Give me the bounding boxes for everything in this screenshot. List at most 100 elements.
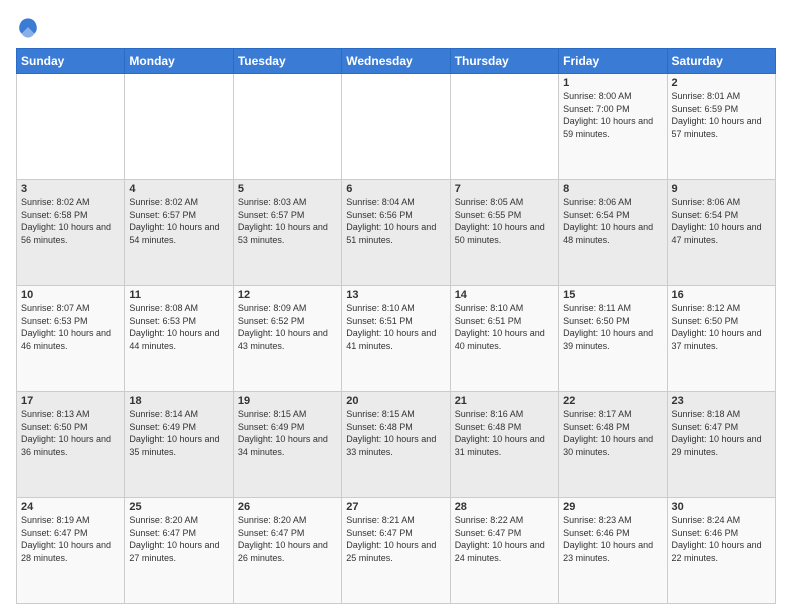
calendar-cell: 14Sunrise: 8:10 AM Sunset: 6:51 PM Dayli… <box>450 286 558 392</box>
calendar-cell: 10Sunrise: 8:07 AM Sunset: 6:53 PM Dayli… <box>17 286 125 392</box>
day-number: 7 <box>455 183 554 195</box>
day-info: Sunrise: 8:09 AM Sunset: 6:52 PM Dayligh… <box>238 302 337 352</box>
day-info: Sunrise: 8:15 AM Sunset: 6:48 PM Dayligh… <box>346 408 445 458</box>
calendar-cell: 26Sunrise: 8:20 AM Sunset: 6:47 PM Dayli… <box>233 498 341 604</box>
weekday-header-thursday: Thursday <box>450 49 558 74</box>
day-number: 18 <box>129 395 228 407</box>
day-info: Sunrise: 8:05 AM Sunset: 6:55 PM Dayligh… <box>455 196 554 246</box>
calendar-row-2: 10Sunrise: 8:07 AM Sunset: 6:53 PM Dayli… <box>17 286 776 392</box>
day-info: Sunrise: 8:21 AM Sunset: 6:47 PM Dayligh… <box>346 514 445 564</box>
calendar-cell: 23Sunrise: 8:18 AM Sunset: 6:47 PM Dayli… <box>667 392 775 498</box>
day-number: 29 <box>563 501 662 513</box>
calendar-row-4: 24Sunrise: 8:19 AM Sunset: 6:47 PM Dayli… <box>17 498 776 604</box>
day-info: Sunrise: 8:06 AM Sunset: 6:54 PM Dayligh… <box>672 196 771 246</box>
day-number: 11 <box>129 289 228 301</box>
day-number: 25 <box>129 501 228 513</box>
day-number: 21 <box>455 395 554 407</box>
calendar-cell: 18Sunrise: 8:14 AM Sunset: 6:49 PM Dayli… <box>125 392 233 498</box>
day-number: 4 <box>129 183 228 195</box>
weekday-header-friday: Friday <box>559 49 667 74</box>
calendar-cell: 25Sunrise: 8:20 AM Sunset: 6:47 PM Dayli… <box>125 498 233 604</box>
weekday-header-monday: Monday <box>125 49 233 74</box>
day-number: 1 <box>563 77 662 89</box>
calendar-cell: 8Sunrise: 8:06 AM Sunset: 6:54 PM Daylig… <box>559 180 667 286</box>
day-number: 22 <box>563 395 662 407</box>
day-number: 5 <box>238 183 337 195</box>
calendar: SundayMondayTuesdayWednesdayThursdayFrid… <box>16 48 776 604</box>
day-info: Sunrise: 8:13 AM Sunset: 6:50 PM Dayligh… <box>21 408 120 458</box>
day-info: Sunrise: 8:24 AM Sunset: 6:46 PM Dayligh… <box>672 514 771 564</box>
calendar-cell: 17Sunrise: 8:13 AM Sunset: 6:50 PM Dayli… <box>17 392 125 498</box>
calendar-row-1: 3Sunrise: 8:02 AM Sunset: 6:58 PM Daylig… <box>17 180 776 286</box>
day-number: 27 <box>346 501 445 513</box>
calendar-cell: 19Sunrise: 8:15 AM Sunset: 6:49 PM Dayli… <box>233 392 341 498</box>
calendar-cell: 4Sunrise: 8:02 AM Sunset: 6:57 PM Daylig… <box>125 180 233 286</box>
day-number: 23 <box>672 395 771 407</box>
day-info: Sunrise: 8:07 AM Sunset: 6:53 PM Dayligh… <box>21 302 120 352</box>
day-number: 17 <box>21 395 120 407</box>
day-number: 2 <box>672 77 771 89</box>
day-info: Sunrise: 8:23 AM Sunset: 6:46 PM Dayligh… <box>563 514 662 564</box>
day-info: Sunrise: 8:11 AM Sunset: 6:50 PM Dayligh… <box>563 302 662 352</box>
day-info: Sunrise: 8:14 AM Sunset: 6:49 PM Dayligh… <box>129 408 228 458</box>
day-info: Sunrise: 8:02 AM Sunset: 6:58 PM Dayligh… <box>21 196 120 246</box>
calendar-cell: 30Sunrise: 8:24 AM Sunset: 6:46 PM Dayli… <box>667 498 775 604</box>
day-info: Sunrise: 8:03 AM Sunset: 6:57 PM Dayligh… <box>238 196 337 246</box>
day-info: Sunrise: 8:22 AM Sunset: 6:47 PM Dayligh… <box>455 514 554 564</box>
day-info: Sunrise: 8:00 AM Sunset: 7:00 PM Dayligh… <box>563 90 662 140</box>
calendar-cell: 20Sunrise: 8:15 AM Sunset: 6:48 PM Dayli… <box>342 392 450 498</box>
day-number: 8 <box>563 183 662 195</box>
weekday-header-tuesday: Tuesday <box>233 49 341 74</box>
calendar-cell: 21Sunrise: 8:16 AM Sunset: 6:48 PM Dayli… <box>450 392 558 498</box>
day-info: Sunrise: 8:10 AM Sunset: 6:51 PM Dayligh… <box>455 302 554 352</box>
day-info: Sunrise: 8:10 AM Sunset: 6:51 PM Dayligh… <box>346 302 445 352</box>
calendar-cell: 28Sunrise: 8:22 AM Sunset: 6:47 PM Dayli… <box>450 498 558 604</box>
day-info: Sunrise: 8:02 AM Sunset: 6:57 PM Dayligh… <box>129 196 228 246</box>
weekday-header-sunday: Sunday <box>17 49 125 74</box>
day-number: 6 <box>346 183 445 195</box>
calendar-cell: 15Sunrise: 8:11 AM Sunset: 6:50 PM Dayli… <box>559 286 667 392</box>
day-info: Sunrise: 8:20 AM Sunset: 6:47 PM Dayligh… <box>238 514 337 564</box>
day-info: Sunrise: 8:17 AM Sunset: 6:48 PM Dayligh… <box>563 408 662 458</box>
day-number: 16 <box>672 289 771 301</box>
day-number: 26 <box>238 501 337 513</box>
day-number: 3 <box>21 183 120 195</box>
calendar-cell: 6Sunrise: 8:04 AM Sunset: 6:56 PM Daylig… <box>342 180 450 286</box>
calendar-cell: 27Sunrise: 8:21 AM Sunset: 6:47 PM Dayli… <box>342 498 450 604</box>
calendar-cell: 3Sunrise: 8:02 AM Sunset: 6:58 PM Daylig… <box>17 180 125 286</box>
day-info: Sunrise: 8:04 AM Sunset: 6:56 PM Dayligh… <box>346 196 445 246</box>
day-info: Sunrise: 8:08 AM Sunset: 6:53 PM Dayligh… <box>129 302 228 352</box>
calendar-cell: 24Sunrise: 8:19 AM Sunset: 6:47 PM Dayli… <box>17 498 125 604</box>
day-number: 15 <box>563 289 662 301</box>
day-info: Sunrise: 8:15 AM Sunset: 6:49 PM Dayligh… <box>238 408 337 458</box>
day-info: Sunrise: 8:12 AM Sunset: 6:50 PM Dayligh… <box>672 302 771 352</box>
day-number: 30 <box>672 501 771 513</box>
day-number: 12 <box>238 289 337 301</box>
day-info: Sunrise: 8:18 AM Sunset: 6:47 PM Dayligh… <box>672 408 771 458</box>
calendar-cell <box>233 74 341 180</box>
logo-icon <box>16 16 40 40</box>
calendar-cell: 11Sunrise: 8:08 AM Sunset: 6:53 PM Dayli… <box>125 286 233 392</box>
calendar-cell: 1Sunrise: 8:00 AM Sunset: 7:00 PM Daylig… <box>559 74 667 180</box>
calendar-cell: 2Sunrise: 8:01 AM Sunset: 6:59 PM Daylig… <box>667 74 775 180</box>
day-number: 13 <box>346 289 445 301</box>
calendar-cell <box>17 74 125 180</box>
calendar-cell <box>450 74 558 180</box>
calendar-cell: 22Sunrise: 8:17 AM Sunset: 6:48 PM Dayli… <box>559 392 667 498</box>
calendar-cell: 9Sunrise: 8:06 AM Sunset: 6:54 PM Daylig… <box>667 180 775 286</box>
day-number: 10 <box>21 289 120 301</box>
calendar-row-0: 1Sunrise: 8:00 AM Sunset: 7:00 PM Daylig… <box>17 74 776 180</box>
weekday-header-row: SundayMondayTuesdayWednesdayThursdayFrid… <box>17 49 776 74</box>
day-info: Sunrise: 8:06 AM Sunset: 6:54 PM Dayligh… <box>563 196 662 246</box>
day-info: Sunrise: 8:19 AM Sunset: 6:47 PM Dayligh… <box>21 514 120 564</box>
calendar-cell: 16Sunrise: 8:12 AM Sunset: 6:50 PM Dayli… <box>667 286 775 392</box>
header <box>16 16 776 40</box>
day-number: 24 <box>21 501 120 513</box>
calendar-cell: 12Sunrise: 8:09 AM Sunset: 6:52 PM Dayli… <box>233 286 341 392</box>
calendar-cell: 13Sunrise: 8:10 AM Sunset: 6:51 PM Dayli… <box>342 286 450 392</box>
day-info: Sunrise: 8:01 AM Sunset: 6:59 PM Dayligh… <box>672 90 771 140</box>
day-number: 9 <box>672 183 771 195</box>
calendar-cell <box>125 74 233 180</box>
day-number: 14 <box>455 289 554 301</box>
day-info: Sunrise: 8:20 AM Sunset: 6:47 PM Dayligh… <box>129 514 228 564</box>
